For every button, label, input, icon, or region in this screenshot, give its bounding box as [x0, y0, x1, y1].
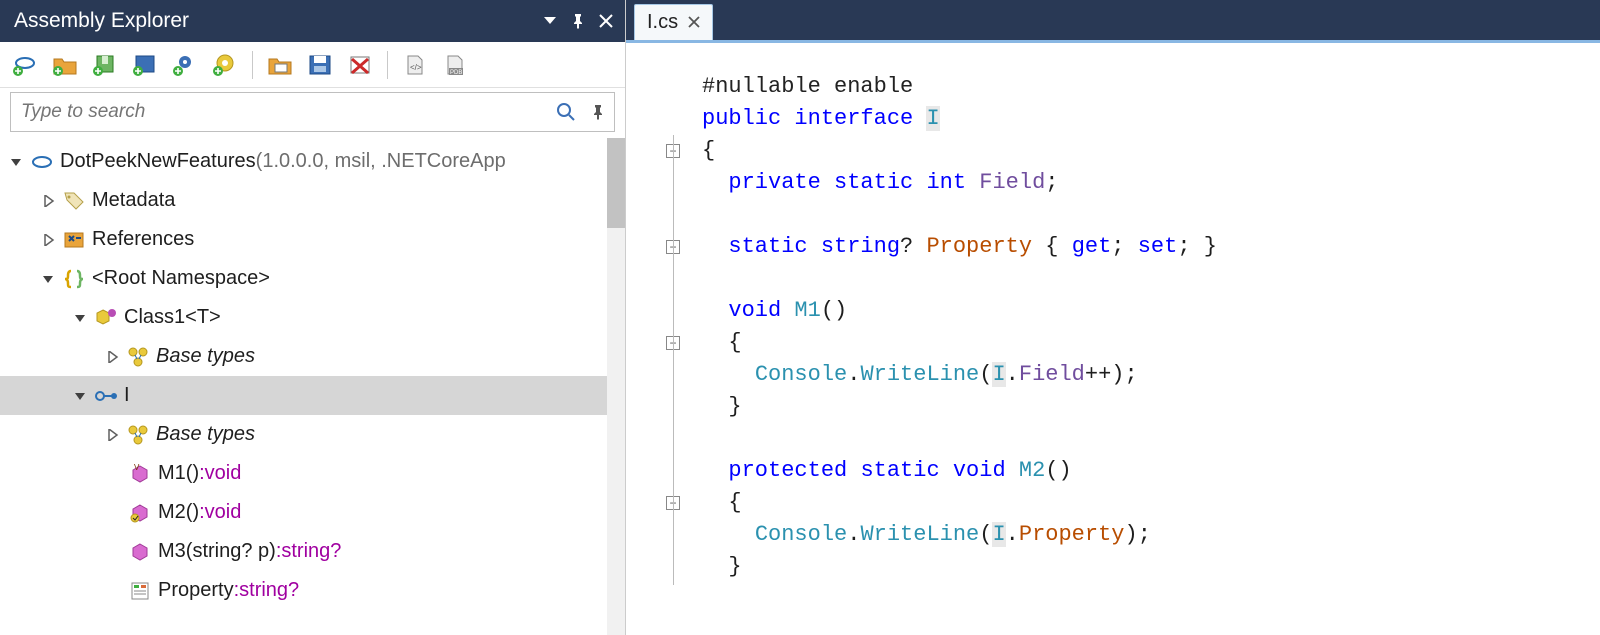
tab-strip: I.cs [626, 0, 1600, 40]
code-editor[interactable]: − − − − #nullable enable public interfac… [626, 40, 1600, 635]
search-pin-icon[interactable] [582, 104, 614, 120]
export-code-icon[interactable]: </> [400, 50, 430, 80]
node-label: References [92, 228, 194, 251]
save-list-icon[interactable] [305, 50, 335, 80]
tab-close-icon[interactable] [688, 11, 700, 34]
scrollbar-thumb[interactable] [607, 138, 625, 228]
add-assembly-icon[interactable] [10, 50, 40, 80]
tree-node-property[interactable]: Property:string? [0, 571, 625, 610]
search-input[interactable] [11, 101, 550, 123]
node-label: M1() [158, 462, 199, 485]
panel-title: Assembly Explorer [14, 9, 189, 33]
expander-icon[interactable] [104, 348, 122, 366]
node-label: M3(string? p) [158, 540, 276, 563]
clear-list-icon[interactable] [345, 50, 375, 80]
close-icon[interactable] [595, 10, 617, 32]
node-label: Property [158, 579, 234, 602]
method-icon [128, 502, 152, 524]
tree-node-metadata[interactable]: Metadata [0, 181, 625, 220]
search-icon[interactable] [550, 101, 582, 123]
editor-panel: I.cs − − − − [626, 0, 1600, 635]
toolbar-separator [252, 51, 253, 79]
tag-icon [62, 190, 86, 212]
panel-titlebar: Assembly Explorer [0, 0, 625, 42]
open-list-icon[interactable] [265, 50, 295, 80]
expander-icon[interactable] [40, 192, 58, 210]
toolbar-separator [387, 51, 388, 79]
node-label: Class1<T> [124, 306, 221, 329]
add-folder-icon[interactable] [50, 50, 80, 80]
method-icon [128, 541, 152, 563]
class-icon [94, 307, 118, 329]
svg-text:V: V [134, 464, 140, 472]
node-label: Metadata [92, 189, 175, 212]
namespace-icon [62, 268, 86, 290]
tree-node-interface[interactable]: I [0, 376, 625, 415]
tree-node-assembly[interactable]: DotPeekNewFeatures (1.0.0.0, msil, .NETC… [0, 142, 625, 181]
references-icon [62, 229, 86, 251]
gutter: − − − − [626, 43, 684, 635]
node-return-type: :void [199, 462, 241, 485]
node-label: M2() [158, 501, 199, 524]
code-content[interactable]: #nullable enable public interface I { pr… [684, 43, 1217, 635]
node-return-type: :void [199, 501, 241, 524]
property-icon [128, 580, 152, 602]
node-return-type: :string? [276, 540, 342, 563]
tree-node-references[interactable]: References [0, 220, 625, 259]
toolbar: </> PDB [0, 42, 625, 88]
assembly-tree[interactable]: DotPeekNewFeatures (1.0.0.0, msil, .NETC… [0, 138, 625, 635]
tree-node-class[interactable]: Class1<T> [0, 298, 625, 337]
node-return-type: :string? [234, 579, 300, 602]
tree-node-method[interactable]: V M1():void [0, 454, 625, 493]
add-nuget-icon[interactable] [130, 50, 160, 80]
expander-icon[interactable] [8, 153, 26, 171]
tree-node-basetypes[interactable]: Base types [0, 337, 625, 376]
interface-icon [94, 385, 118, 407]
svg-text:</>: </> [410, 63, 422, 72]
expander-icon[interactable] [72, 387, 90, 405]
panel-menu-dropdown-icon[interactable] [539, 10, 561, 32]
svg-text:PDB: PDB [450, 70, 462, 76]
add-process-icon[interactable] [170, 50, 200, 80]
node-label: I [124, 384, 130, 407]
tree-node-namespace[interactable]: <Root Namespace> [0, 259, 625, 298]
tree-node-basetypes[interactable]: Base types [0, 415, 625, 454]
node-label: Base types [156, 345, 255, 368]
tree-node-method[interactable]: M3(string? p):string? [0, 532, 625, 571]
assembly-icon [30, 151, 54, 173]
pin-icon[interactable] [567, 10, 589, 32]
node-suffix: (1.0.0.0, msil, .NETCoreApp [256, 150, 506, 173]
add-package-icon[interactable] [90, 50, 120, 80]
assembly-explorer-panel: Assembly Explorer </> PD [0, 0, 626, 635]
file-tab[interactable]: I.cs [634, 4, 713, 40]
tree-node-method[interactable]: M2():void [0, 493, 625, 532]
tab-label: I.cs [647, 11, 678, 34]
node-label: <Root Namespace> [92, 267, 270, 290]
expander-icon[interactable] [40, 270, 58, 288]
search-box[interactable] [10, 92, 615, 132]
method-icon: V [128, 463, 152, 485]
node-label: DotPeekNewFeatures [60, 150, 256, 173]
expander-icon[interactable] [104, 426, 122, 444]
scrollbar-track[interactable] [607, 138, 625, 635]
expander-icon[interactable] [72, 309, 90, 327]
basetypes-icon [126, 346, 150, 368]
expander-icon[interactable] [40, 231, 58, 249]
basetypes-icon [126, 424, 150, 446]
node-label: Base types [156, 423, 255, 446]
export-pdb-icon[interactable]: PDB [440, 50, 470, 80]
add-gac-icon[interactable] [210, 50, 240, 80]
